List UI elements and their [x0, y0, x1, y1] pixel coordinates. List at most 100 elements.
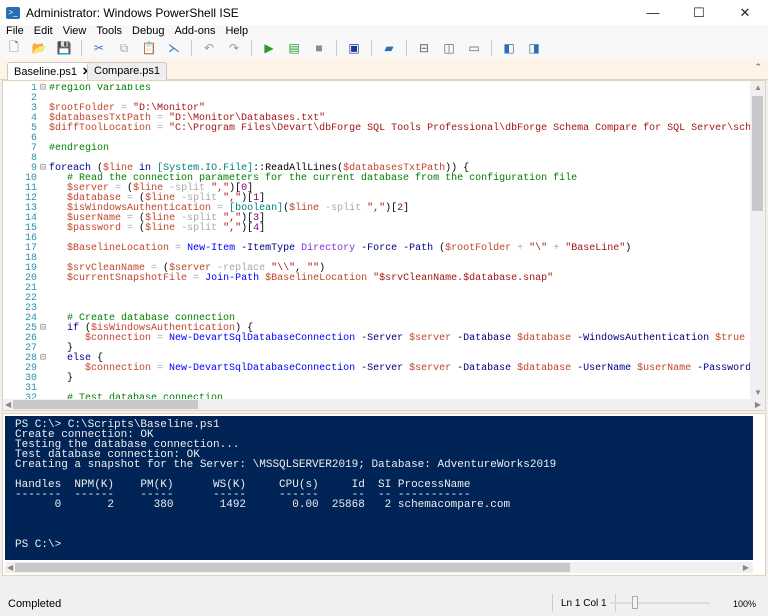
menu-add-ons[interactable]: Add-ons — [169, 25, 220, 38]
menu-edit[interactable]: Edit — [29, 25, 58, 38]
menu-help[interactable]: Help — [220, 25, 253, 38]
code-token: -ItemType — [235, 243, 302, 254]
code-text: $connection = New-DevartSqlDatabaseConne… — [49, 364, 753, 374]
scroll-thumb[interactable] — [752, 96, 763, 211]
menu-bar: File Edit View Tools Debug Add-ons Help — [0, 25, 768, 38]
toolbar: 🗋 📂 💾 ✂ ⧉ 📋 ⋋ ↶ ↷ ▶ ▤ ■ ▣ ▰ ⊟ ◫ ▭ ◧ ◨ — [0, 38, 768, 58]
scroll-thumb[interactable] — [15, 563, 570, 572]
save-icon[interactable]: 💾 — [56, 40, 72, 56]
code-line[interactable]: 15 $password = ($line -split ",")[4] — [3, 224, 753, 234]
close-button[interactable]: ✕ — [722, 0, 768, 25]
code-token: -split — [175, 223, 224, 234]
fold-toggle-icon[interactable]: ⊟ — [37, 354, 49, 364]
code-line[interactable]: 6 — [3, 134, 753, 144]
code-token: = — [151, 333, 170, 344]
code-token: "," — [223, 223, 242, 234]
code-token: -Force -Path — [355, 243, 440, 254]
code-area[interactable]: 1 ⊟ #region Variables 2 3 $rootFolder = "D:\M… — [3, 84, 753, 402]
stop-icon[interactable]: ■ — [311, 40, 327, 56]
scroll-right-icon[interactable]: ▶ — [755, 400, 761, 409]
code-line[interactable]: 27 } — [3, 344, 753, 354]
code-token: "$srvCleanName.$database.snap" — [373, 273, 554, 284]
code-line[interactable]: 22 — [3, 294, 753, 304]
fold-toggle-icon[interactable]: ⊟ — [37, 324, 49, 334]
scroll-left-icon[interactable]: ◀ — [7, 563, 13, 572]
zoom-slider-thumb[interactable] — [632, 596, 638, 609]
tab-compare[interactable]: Compare.ps1 — [87, 62, 168, 80]
code-line[interactable]: 1 ⊟ #region Variables — [3, 84, 753, 94]
show-script-right-icon[interactable]: ◫ — [441, 40, 457, 56]
fold-toggle-icon[interactable]: ⊟ — [37, 164, 49, 174]
clear-console-icon[interactable]: ⋋ — [166, 40, 182, 56]
tab-baseline[interactable]: Baseline.ps1✕ — [7, 62, 99, 80]
show-script-top-icon[interactable]: ⊟ — [416, 40, 432, 56]
show-script-maximized-icon[interactable]: ▭ — [466, 40, 482, 56]
paste-icon[interactable]: 📋 — [141, 40, 157, 56]
cut-icon[interactable]: ✂ — [91, 40, 107, 56]
code-token: "\" — [529, 243, 548, 254]
code-line[interactable]: 29 $connection = New-DevartSqlDatabaseCo… — [3, 364, 753, 374]
powershell-console-icon[interactable]: ▰ — [381, 40, 397, 56]
code-line[interactable]: 21 — [3, 284, 753, 294]
scroll-thumb[interactable] — [13, 400, 198, 409]
zoom-slider[interactable] — [610, 596, 710, 609]
code-token: #region Variables — [49, 84, 152, 94]
code-token: -WindowsAuthentication — [571, 333, 716, 344]
maximize-button[interactable]: ☐ — [676, 0, 722, 25]
code-token: $BaselineLocation — [265, 273, 368, 284]
scroll-right-icon[interactable]: ▶ — [743, 563, 749, 572]
code-token: $true — [715, 333, 746, 344]
menu-view[interactable]: View — [58, 25, 92, 38]
redo-icon[interactable]: ↷ — [226, 40, 242, 56]
code-line[interactable]: 20 $currentSnapshotFile = Join-Path $Bas… — [3, 274, 753, 284]
minimize-button[interactable]: — — [630, 0, 676, 25]
code-token: Directory — [301, 243, 356, 254]
code-token: -Password — [691, 363, 753, 374]
fold-toggle-icon[interactable]: ⊟ — [37, 84, 49, 94]
undo-icon[interactable]: ↶ — [201, 40, 217, 56]
code-token: ) — [625, 243, 632, 254]
code-token: $connection — [85, 363, 152, 374]
collapse-script-pane-icon[interactable]: ⌃ — [754, 62, 762, 73]
scroll-down-icon[interactable]: ▼ — [754, 388, 762, 397]
code-line[interactable]: 17 $BaselineLocation = New-Item -ItemTyp… — [3, 244, 753, 254]
code-text: #region Variables — [49, 84, 151, 94]
menu-debug[interactable]: Debug — [127, 25, 169, 38]
menu-tools[interactable]: Tools — [91, 25, 127, 38]
scroll-left-icon[interactable]: ◀ — [5, 400, 11, 409]
code-token: $userName — [637, 363, 692, 374]
code-token: = — [169, 243, 188, 254]
show-command-addon-icon[interactable]: ◨ — [526, 40, 542, 56]
code-line[interactable]: 30 } — [3, 374, 753, 384]
script-editor[interactable]: 1 ⊟ #region Variables 2 3 $rootFolder = "D:\M… — [2, 80, 766, 411]
console-horizontal-scrollbar[interactable]: ◀ ▶ — [5, 562, 753, 573]
copy-icon[interactable]: ⧉ — [116, 40, 132, 56]
editor-horizontal-scrollbar[interactable]: ◀ ▶ — [3, 399, 765, 410]
scroll-up-icon[interactable]: ▲ — [754, 83, 762, 92]
console-pane[interactable]: PS C:\> C:\Scripts\Baseline.ps1 Create co… — [2, 413, 766, 576]
remote-powershell-icon[interactable]: ▣ — [346, 40, 362, 56]
title-bar: >_ Administrator: Windows PowerShell ISE… — [0, 0, 768, 25]
tab-label: Baseline.ps1 — [14, 66, 77, 78]
new-file-icon[interactable]: 🗋 — [6, 40, 22, 56]
code-token: -Server — [355, 333, 410, 344]
code-token: = — [187, 273, 206, 284]
run-script-icon[interactable]: ▶ — [261, 40, 277, 56]
code-line[interactable]: 26 $connection = New-DevartSqlDatabaseCo… — [3, 334, 753, 344]
code-line[interactable]: 5 $diffToolLocation = "C:\Program Files\D… — [3, 124, 753, 134]
run-selection-icon[interactable]: ▤ — [286, 40, 302, 56]
open-folder-icon[interactable]: 📂 — [31, 40, 47, 56]
console-output[interactable]: PS C:\> C:\Scripts\Baseline.ps1 Create co… — [5, 416, 753, 560]
code-text: $currentSnapshotFile = Join-Path $Baseli… — [49, 274, 553, 284]
code-token: New-DevartSqlDatabaseConnection — [169, 363, 356, 374]
editor-vertical-scrollbar[interactable]: ▲ ▼ — [750, 81, 765, 399]
toolbar-separator — [336, 40, 337, 56]
code-line[interactable]: 7 #endregion — [3, 144, 753, 154]
show-command-window-icon[interactable]: ◧ — [501, 40, 517, 56]
code-token: = — [121, 223, 140, 234]
code-token: -UserName — [571, 363, 638, 374]
menu-file[interactable]: File — [0, 25, 29, 38]
